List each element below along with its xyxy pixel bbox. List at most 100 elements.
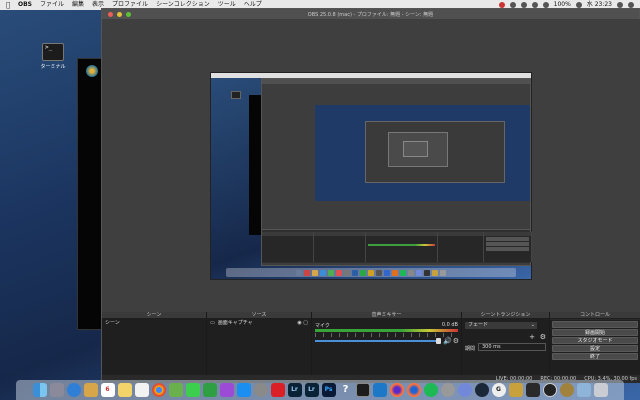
mixer-settings-gear-icon[interactable]: ⚙ xyxy=(453,337,459,345)
discord-icon[interactable] xyxy=(457,383,472,397)
calendar-icon[interactable]: 6 xyxy=(100,383,115,397)
lightroom-classic-icon[interactable]: Lr xyxy=(287,383,302,397)
add-transition-icon[interactable]: + xyxy=(529,333,535,341)
messages-icon[interactable] xyxy=(185,383,200,397)
finder-icon[interactable] xyxy=(32,383,47,397)
sources-panel-title: ソース xyxy=(207,312,311,319)
menu-file[interactable]: ファイル xyxy=(40,0,64,10)
duration-label: 期間 xyxy=(465,346,476,352)
spotify-icon[interactable] xyxy=(423,383,438,397)
maps-icon[interactable] xyxy=(168,383,183,397)
visibility-eye-icon[interactable]: ◉ ▢ xyxy=(297,319,308,327)
source-item[interactable]: ▭ 画面キャプチャ ◉ ▢ xyxy=(207,319,311,327)
steam-icon[interactable] xyxy=(474,383,489,397)
nested-scenes-panel xyxy=(262,232,314,262)
audio-mixer-panel: 音声ミキサー マイク 0.0 dB 🔊 ⚙ xyxy=(312,312,462,383)
volume-meter xyxy=(315,329,458,332)
menu-edit[interactable]: 編集 xyxy=(72,0,84,10)
nested-sources-panel xyxy=(314,232,366,262)
terminal-icon: >_ xyxy=(42,43,64,61)
safari-icon[interactable] xyxy=(66,383,81,397)
mixer-db-readout: 0.0 dB xyxy=(441,322,458,328)
scenes-panel-title: シーン xyxy=(102,312,206,319)
desktop-icon-terminal[interactable]: >_ ターミナル xyxy=(40,43,66,70)
desktop-icon-label: ターミナル xyxy=(40,64,66,70)
exit-button[interactable]: 終了 xyxy=(552,353,638,360)
scene-transitions-panel: シーントランジション フェード ⌄ + ⚙ 期間 300 ms xyxy=(462,312,550,383)
obs-window: OBS 25.0.8 (mac) - プロファイル: 無題 - シーン: 無題 xyxy=(101,8,640,383)
nested-transitions-panel xyxy=(438,232,484,262)
preview-canvas[interactable] xyxy=(102,19,640,312)
transition-select[interactable]: フェード ⌄ xyxy=(465,322,537,329)
podcasts-icon[interactable] xyxy=(219,383,234,397)
chevron-down-icon: ⌄ xyxy=(530,322,535,328)
system-preferences-icon[interactable] xyxy=(253,383,268,397)
controls-body: 録画開始 スタジオモード 設定 終了 xyxy=(550,320,640,383)
mixer-body: マイク 0.0 dB 🔊 ⚙ xyxy=(312,319,461,383)
app-store-icon[interactable] xyxy=(236,383,251,397)
monitor-icon: ▭ xyxy=(210,320,215,326)
sources-panel: ソース ▭ 画面キャプチャ ◉ ▢ + − ⚙ ∧ ∨ xyxy=(207,312,312,383)
launchpad-icon[interactable] xyxy=(49,383,64,397)
league-icon[interactable] xyxy=(508,383,523,397)
studio-mode-button[interactable]: スタジオモード xyxy=(552,337,638,344)
trash-icon[interactable] xyxy=(593,383,608,397)
obs-icon[interactable] xyxy=(542,383,557,397)
source-item-label: 画面キャプチャ xyxy=(217,320,253,326)
screen-capture-preview xyxy=(210,72,532,280)
window-title: OBS 25.0.8 (mac) - プロファイル: 無題 - シーン: 無題 xyxy=(307,11,434,18)
nested-dock xyxy=(226,268,516,277)
nested-terminal-icon xyxy=(231,91,241,99)
window-titlebar[interactable]: OBS 25.0.8 (mac) - プロファイル: 無題 - シーン: 無題 xyxy=(102,9,639,19)
docks-area: シーン シーン + − ∧ ∨ ソース ▭ 画面キャプチャ ◉ ▢ xyxy=(102,312,640,383)
sources-list: ▭ 画面キャプチャ ◉ ▢ xyxy=(207,319,311,375)
duration-input[interactable]: 300 ms xyxy=(478,343,546,351)
scenes-list: シーン xyxy=(102,319,206,375)
speaker-icon[interactable]: 🔊 xyxy=(443,337,452,345)
volume-slider[interactable] xyxy=(315,340,441,342)
music-icon[interactable] xyxy=(440,383,455,397)
mixer-panel-title: 音声ミキサー xyxy=(312,312,461,319)
league-logo-icon xyxy=(86,65,98,77)
nested-preview-level3 xyxy=(388,132,448,167)
facetime-icon[interactable] xyxy=(202,383,217,397)
firefox-developer-icon[interactable] xyxy=(406,383,421,397)
scenes-panel: シーン シーン + − ∧ ∨ xyxy=(102,312,207,383)
nested-preview-level2 xyxy=(365,121,505,183)
github-icon[interactable]: G xyxy=(491,383,506,397)
reminders-icon[interactable] xyxy=(134,383,149,397)
volume-slider-handle[interactable] xyxy=(436,338,441,344)
nested-obs-window xyxy=(261,78,532,266)
meter-scale xyxy=(315,333,458,337)
firefox-icon[interactable] xyxy=(389,383,404,397)
photoshop-icon[interactable]: Ps xyxy=(321,383,336,397)
controls-panel-title: コントロール xyxy=(550,312,640,319)
terminal-icon[interactable] xyxy=(355,383,370,397)
start-streaming-button[interactable] xyxy=(552,321,638,328)
notes-icon[interactable] xyxy=(117,383,132,397)
settings-button[interactable]: 設定 xyxy=(552,345,638,352)
creative-cloud-icon[interactable] xyxy=(270,383,285,397)
apple-menu-icon[interactable]:  xyxy=(6,0,12,10)
league-client-icon[interactable] xyxy=(559,383,574,397)
lightroom-icon[interactable]: Lr xyxy=(304,383,319,397)
menu-app-obs[interactable]: OBS xyxy=(18,0,32,10)
activity-monitor-icon[interactable] xyxy=(525,383,540,397)
help-icon[interactable]: ? xyxy=(339,383,353,397)
scene-item[interactable]: シーン xyxy=(102,319,206,327)
vscode-icon[interactable] xyxy=(372,383,387,397)
transitions-body: フェード ⌄ + ⚙ 期間 300 ms xyxy=(462,319,549,383)
nested-mixer-panel xyxy=(366,232,438,262)
transition-settings-gear-icon[interactable]: ⚙ xyxy=(540,333,546,341)
nested-window-title xyxy=(262,79,530,84)
nested-preview-level4 xyxy=(403,141,428,157)
dock: 6 Lr Lr Ps ? G xyxy=(16,380,624,400)
nested-docks xyxy=(262,229,532,263)
chrome-icon[interactable] xyxy=(151,383,166,397)
utilities-folder-icon[interactable] xyxy=(576,383,591,397)
start-recording-button[interactable]: 録画開始 xyxy=(552,329,638,336)
photos-icon[interactable] xyxy=(83,383,98,397)
nested-preview xyxy=(315,105,530,201)
transitions-panel-title: シーントランジション xyxy=(462,312,549,319)
controls-panel: コントロール 録画開始 スタジオモード 設定 終了 xyxy=(550,312,640,383)
